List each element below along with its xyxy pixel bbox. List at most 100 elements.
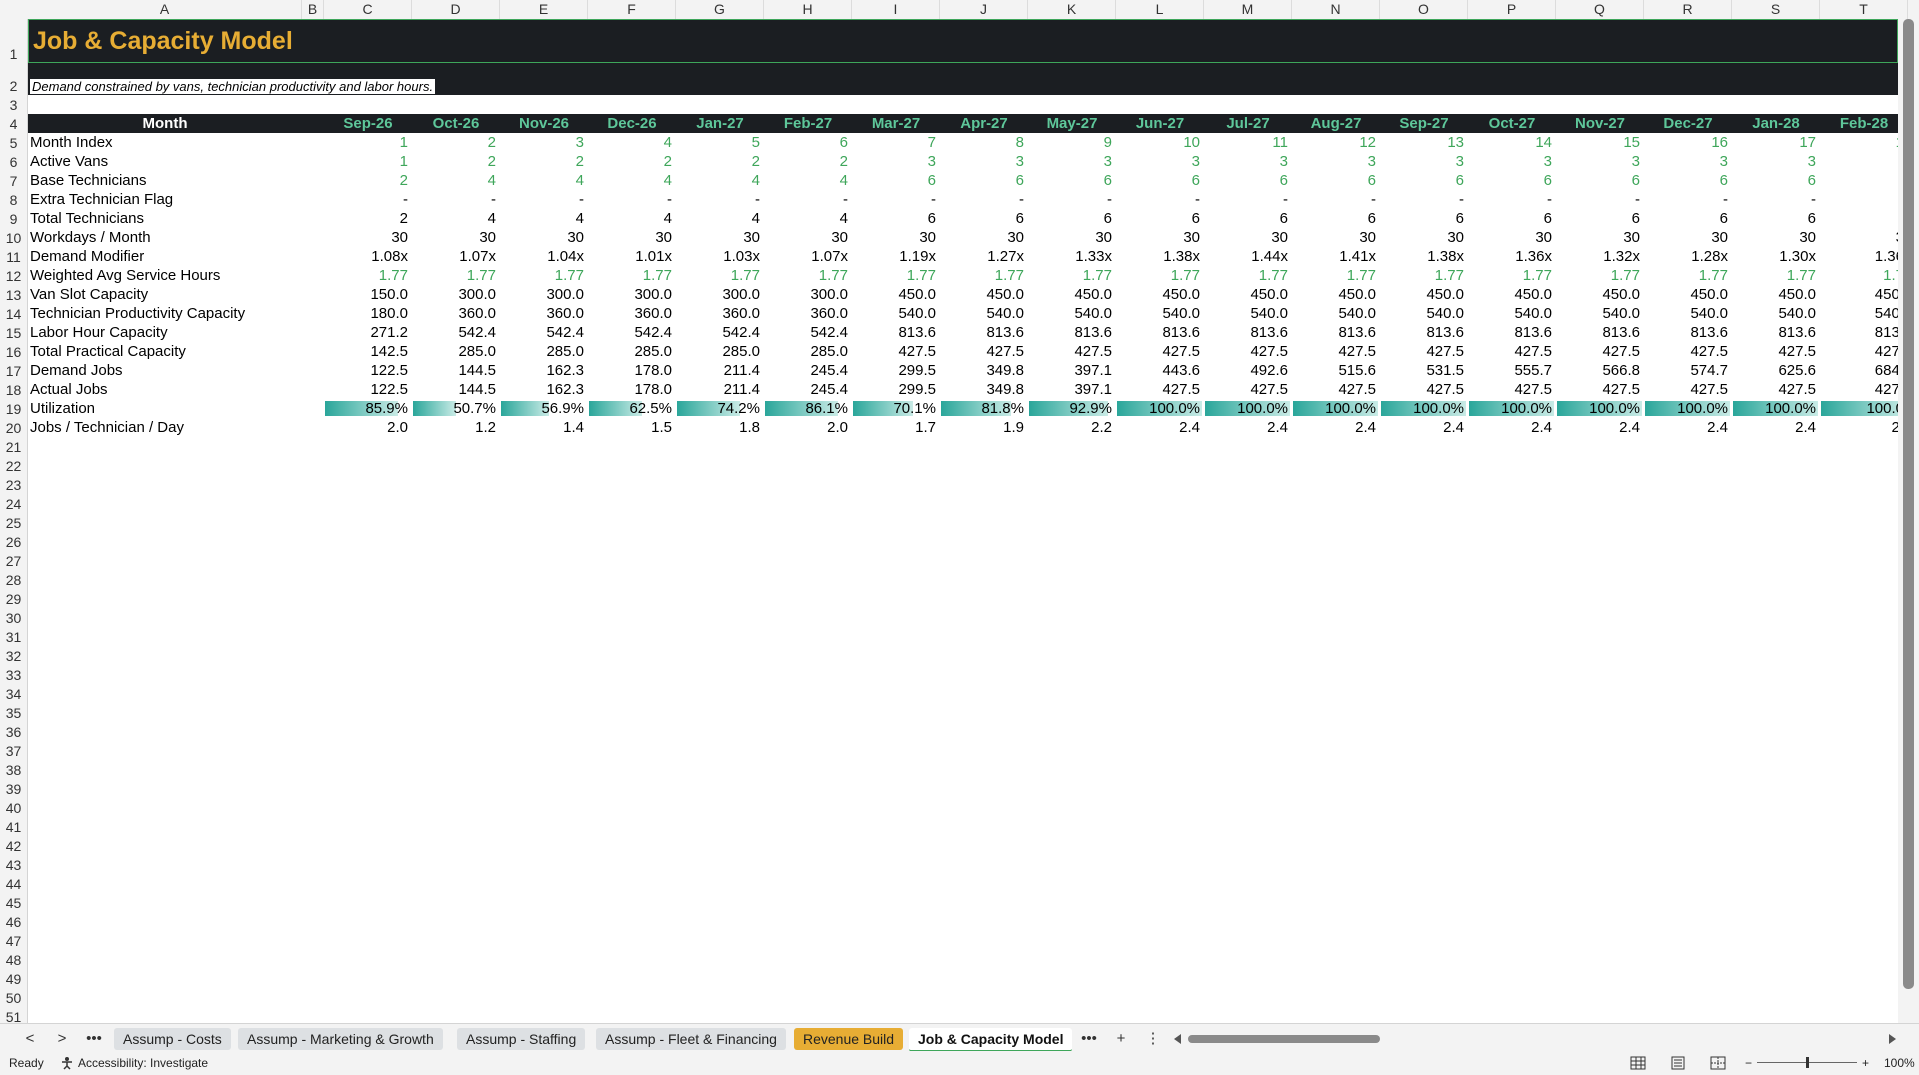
column-header[interactable]: D	[412, 0, 500, 19]
data-cell[interactable]: 349.8	[940, 380, 1024, 399]
data-cell[interactable]: 1.8	[676, 418, 760, 437]
data-cell[interactable]: -	[1468, 190, 1552, 209]
data-cell[interactable]: 1.07x	[764, 247, 848, 266]
tab-prev-button[interactable]: <	[20, 1028, 40, 1050]
data-cell[interactable]: -	[764, 190, 848, 209]
data-cell[interactable]: 540.0	[940, 304, 1024, 323]
tab-assump-marketing-growth[interactable]: Assump - Marketing & Growth	[238, 1028, 443, 1050]
column-header[interactable]: K	[1028, 0, 1116, 19]
data-cell[interactable]: 397.1	[1028, 361, 1112, 380]
data-cell[interactable]: 2.2	[1028, 418, 1112, 437]
data-cell[interactable]: 684.	[1820, 361, 1898, 380]
data-cell[interactable]: 450.0	[1204, 285, 1288, 304]
data-cell[interactable]: 2.4	[1644, 418, 1728, 437]
data-cell[interactable]: 299.5	[852, 380, 936, 399]
data-cell[interactable]: 245.4	[764, 361, 848, 380]
column-header[interactable]: A	[28, 0, 302, 19]
row-header[interactable]: 14	[0, 306, 27, 322]
data-cell[interactable]: 625.6	[1732, 361, 1816, 380]
data-cell[interactable]: 3	[1116, 152, 1200, 171]
column-header[interactable]: M	[1204, 0, 1292, 19]
data-cell[interactable]: 3	[852, 152, 936, 171]
zoom-slider-thumb[interactable]	[1806, 1057, 1809, 1068]
tab-revenue-build[interactable]: Revenue Build	[794, 1028, 904, 1050]
data-cell[interactable]: 1.77	[588, 266, 672, 285]
data-cell[interactable]: 540.0	[1116, 304, 1200, 323]
data-cell[interactable]: 3	[940, 152, 1024, 171]
data-cell[interactable]: 2	[588, 152, 672, 171]
row-label[interactable]: Labor Hour Capacity	[30, 323, 168, 342]
data-cell[interactable]: 427.5	[1380, 342, 1464, 361]
data-cell[interactable]: 10	[1116, 133, 1200, 152]
column-header[interactable]: C	[324, 0, 412, 19]
column-header[interactable]: S	[1732, 0, 1820, 19]
data-cell[interactable]: 30	[1204, 228, 1288, 247]
data-cell[interactable]: 30	[1028, 228, 1112, 247]
horizontal-scroll-thumb[interactable]	[1188, 1035, 1380, 1043]
row-header[interactable]: 33	[0, 667, 27, 683]
row-header[interactable]: 11	[0, 249, 27, 265]
data-cell[interactable]: 427.5	[1732, 380, 1816, 399]
data-cell[interactable]: 17	[1732, 133, 1816, 152]
data-cell[interactable]: 92.9%	[1028, 399, 1112, 418]
month-header-cell[interactable]: Jan-28	[1732, 114, 1820, 133]
row-header[interactable]: 3	[0, 97, 27, 113]
data-cell[interactable]: 2.4	[1204, 418, 1288, 437]
row-header[interactable]: 2	[0, 78, 27, 94]
row-label[interactable]: Jobs / Technician / Day	[30, 418, 184, 437]
data-cell[interactable]: 1.9	[940, 418, 1024, 437]
column-header[interactable]: E	[500, 0, 588, 19]
data-cell[interactable]: 7	[852, 133, 936, 152]
data-cell[interactable]: 1.77	[852, 266, 936, 285]
month-header-cell[interactable]: Sep-27	[1380, 114, 1468, 133]
data-cell[interactable]: -	[588, 190, 672, 209]
data-cell[interactable]: 6	[1380, 209, 1464, 228]
row-label[interactable]: Workdays / Month	[30, 228, 151, 247]
data-cell[interactable]: 1	[324, 133, 408, 152]
data-cell[interactable]: 427.5	[1556, 380, 1640, 399]
month-header-cell[interactable]: Feb-28	[1820, 114, 1898, 133]
data-cell[interactable]: 100.0%	[1556, 399, 1640, 418]
row-header[interactable]: 25	[0, 515, 27, 531]
data-cell[interactable]: 6	[852, 171, 936, 190]
data-cell[interactable]: 3	[1380, 152, 1464, 171]
data-cell[interactable]: 30	[1380, 228, 1464, 247]
data-cell[interactable]: -	[852, 190, 936, 209]
data-cell[interactable]: 150.0	[324, 285, 408, 304]
data-cell[interactable]: 6	[940, 209, 1024, 228]
data-cell[interactable]: 15	[1556, 133, 1640, 152]
data-cell[interactable]: 6	[1732, 209, 1816, 228]
data-cell[interactable]: 450.0	[1292, 285, 1376, 304]
data-cell[interactable]: 443.6	[1116, 361, 1200, 380]
month-header-cell[interactable]: Jun-27	[1116, 114, 1204, 133]
data-cell[interactable]: 1.77	[1292, 266, 1376, 285]
row-header[interactable]: 7	[0, 173, 27, 189]
data-cell[interactable]: 427.5	[1204, 342, 1288, 361]
data-cell[interactable]: 1.36	[1820, 247, 1898, 266]
data-cell[interactable]: 427.5	[1116, 342, 1200, 361]
data-cell[interactable]: 360.0	[676, 304, 760, 323]
data-cell[interactable]: 162.3	[500, 361, 584, 380]
data-cell[interactable]: 50.7%	[412, 399, 496, 418]
row-header[interactable]: 19	[0, 401, 27, 417]
data-cell[interactable]: 30	[1292, 228, 1376, 247]
data-cell[interactable]: 30	[412, 228, 496, 247]
data-cell[interactable]: -	[1292, 190, 1376, 209]
data-cell[interactable]: 6	[1116, 171, 1200, 190]
row-label[interactable]: Demand Jobs	[30, 361, 123, 380]
hscroll-left-icon[interactable]	[1173, 1033, 1183, 1045]
data-cell[interactable]: 450.0	[1468, 285, 1552, 304]
data-cell[interactable]: 450.0	[1732, 285, 1816, 304]
data-cell[interactable]: 2.4	[1468, 418, 1552, 437]
worksheet-grid[interactable]: Job & Capacity Model Demand constrained …	[28, 19, 1898, 1023]
data-cell[interactable]: 2.4	[1116, 418, 1200, 437]
page-layout-view-icon[interactable]	[1670, 1056, 1686, 1070]
data-cell[interactable]: -	[1732, 190, 1816, 209]
data-cell[interactable]: 1	[324, 152, 408, 171]
normal-view-icon[interactable]	[1630, 1056, 1646, 1070]
data-cell[interactable]: -	[676, 190, 760, 209]
data-cell[interactable]: 3	[1468, 152, 1552, 171]
data-cell[interactable]: 542.4	[764, 323, 848, 342]
data-cell[interactable]: 1.04x	[500, 247, 584, 266]
data-cell[interactable]: 14	[1468, 133, 1552, 152]
